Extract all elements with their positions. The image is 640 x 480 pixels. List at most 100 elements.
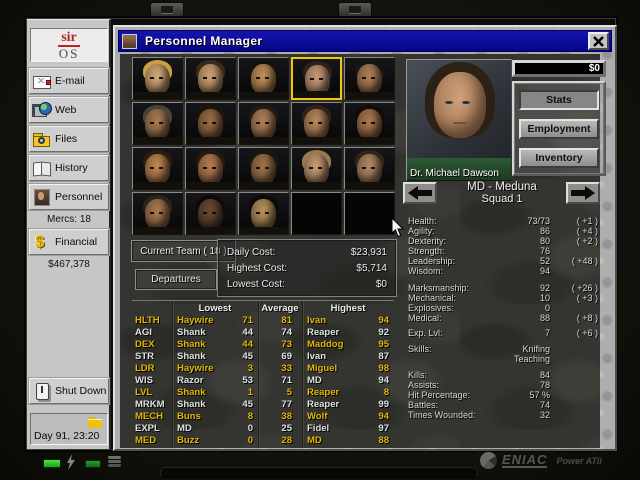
inventory-button[interactable]: Inventory	[519, 148, 599, 168]
shutdown-button[interactable]: Shut Down	[29, 378, 109, 404]
merc-portrait[interactable]	[132, 147, 183, 190]
highest-value: 87	[378, 351, 389, 362]
close-button[interactable]	[588, 32, 609, 50]
merc-portrait[interactable]	[344, 102, 395, 145]
attribute-bonus	[550, 390, 598, 400]
sidebar-item-financial[interactable]: Financial	[29, 229, 109, 255]
merc-portrait[interactable]	[291, 57, 342, 100]
prev-merc-button[interactable]	[403, 182, 437, 204]
portrait-shoulders	[186, 137, 235, 144]
clock-box[interactable]: Day 91, 23:20	[30, 413, 108, 445]
highest-cell: Reaper 99	[302, 399, 394, 411]
merc-portrait[interactable]	[291, 102, 342, 145]
attribute-bonus	[550, 380, 598, 390]
highest-name: MD	[307, 435, 322, 446]
average-value: 73	[281, 339, 292, 350]
header-average: Average	[261, 303, 299, 314]
portrait-eyes	[256, 167, 260, 169]
merc-portrait[interactable]	[344, 147, 395, 190]
portrait-eyes	[256, 212, 260, 214]
eniac-logo-icon	[480, 452, 497, 469]
sidebar-item-files[interactable]: Files	[29, 126, 109, 152]
merc-portrait[interactable]	[132, 57, 183, 100]
power-switch-icon	[32, 382, 52, 400]
merc-portrait[interactable]	[132, 192, 183, 235]
attribute-value: 88	[539, 313, 550, 323]
merc-portrait[interactable]	[185, 102, 236, 145]
portrait-face	[145, 64, 170, 95]
portrait-face	[198, 109, 223, 140]
merc-portrait[interactable]	[185, 192, 236, 235]
attribute-value: 94	[539, 266, 550, 276]
attribute-row: Battles: 74	[408, 400, 598, 410]
lowest-cell: Buzz 0	[172, 435, 258, 447]
employment-button[interactable]: Employment	[519, 119, 599, 139]
lowest-value: 0	[247, 435, 253, 446]
laptop-casing: sir OS E-mail Web Files History Personnel Mer…	[0, 0, 640, 480]
screen-latch-left	[150, 2, 184, 17]
sidebar-items: E-mail Web Files History Personnel Mercs: 18 F…	[29, 68, 109, 274]
highest-cell: Reaper 8	[302, 387, 394, 399]
highest-name: Reaper	[307, 399, 340, 410]
lowest-cell: Shank 45	[172, 399, 258, 411]
sidebar-item-label: E-mail	[55, 75, 85, 87]
highest-name: Maddog	[307, 339, 344, 350]
merc-portrait[interactable]	[238, 192, 289, 235]
lowest-cell: Razor 53	[172, 375, 258, 387]
portrait-shoulders	[133, 227, 182, 234]
attribute-row: Health: 73/73 ( +1 )	[408, 216, 598, 226]
merc-portrait[interactable]	[238, 57, 289, 100]
attribute-value: Knifing	[522, 344, 550, 354]
attribute-row: Marksmanship: 92 ( +26 )	[408, 283, 598, 293]
portrait-face	[304, 109, 329, 140]
merc-portrait[interactable]	[238, 102, 289, 145]
average-value: 77	[281, 399, 292, 410]
stat-abbrev: STR	[135, 351, 154, 362]
lowest-cell: Buns 8	[172, 411, 258, 423]
attribute-value: 76	[539, 246, 550, 256]
portrait-face	[357, 64, 382, 95]
lowest-cell: MD 0	[172, 423, 258, 435]
merc-portrait[interactable]	[291, 147, 342, 190]
squad-line: Squad 1	[481, 193, 523, 205]
merc-portrait[interactable]	[185, 147, 236, 190]
lowest-name: Shank	[177, 399, 206, 410]
lowest-cell: Shank 45	[172, 351, 258, 363]
merc-location: MD - Meduna Squad 1	[438, 181, 566, 205]
stats-button[interactable]: Stats	[519, 90, 599, 110]
attribute-label: Battles:	[408, 400, 439, 410]
location-line: MD - Meduna	[467, 181, 537, 193]
attribute-bonus: ( +2 )	[576, 236, 598, 246]
attribute-value: Teaching	[513, 354, 550, 364]
stat-abbrev: MECH	[135, 411, 163, 422]
average-value: 71	[281, 375, 292, 386]
sidebar-item-email[interactable]: E-mail	[29, 68, 109, 94]
attribute-value: 73/73	[527, 216, 550, 226]
shutdown-label: Shut Down	[55, 385, 107, 397]
average-value: 38	[281, 411, 292, 422]
sidebar-item-history[interactable]: History	[29, 155, 109, 181]
next-merc-button[interactable]	[566, 182, 600, 204]
logo-sir: sir	[58, 30, 80, 47]
sidebar-item-label: Web	[55, 104, 77, 116]
departures-button[interactable]: Departures	[135, 269, 217, 290]
stat-abbrev: WIS	[135, 375, 153, 386]
merc-portrait[interactable]	[344, 57, 395, 100]
portrait-eyes	[256, 122, 260, 124]
sidebar-item-personnel[interactable]: Personnel	[29, 184, 109, 210]
empty-portrait-slot	[344, 192, 395, 235]
highest-value: 88	[378, 435, 389, 446]
average-value: 5	[286, 387, 292, 398]
selected-merc-name: Dr. Michael Dawson	[410, 168, 499, 179]
lowest-name: Buzz	[177, 435, 200, 446]
lowest-name: Shank	[177, 387, 206, 398]
portrait-shoulders	[293, 91, 340, 98]
cost-row: Lowest Cost: $0	[227, 277, 387, 293]
attribute-value: 57 %	[529, 390, 550, 400]
cost-label: Daily Cost:	[227, 247, 276, 258]
merc-portrait[interactable]	[132, 102, 183, 145]
attribute-label: Dexterity:	[408, 236, 447, 246]
merc-portrait[interactable]	[185, 57, 236, 100]
merc-portrait[interactable]	[238, 147, 289, 190]
sidebar-item-web[interactable]: Web	[29, 97, 109, 123]
